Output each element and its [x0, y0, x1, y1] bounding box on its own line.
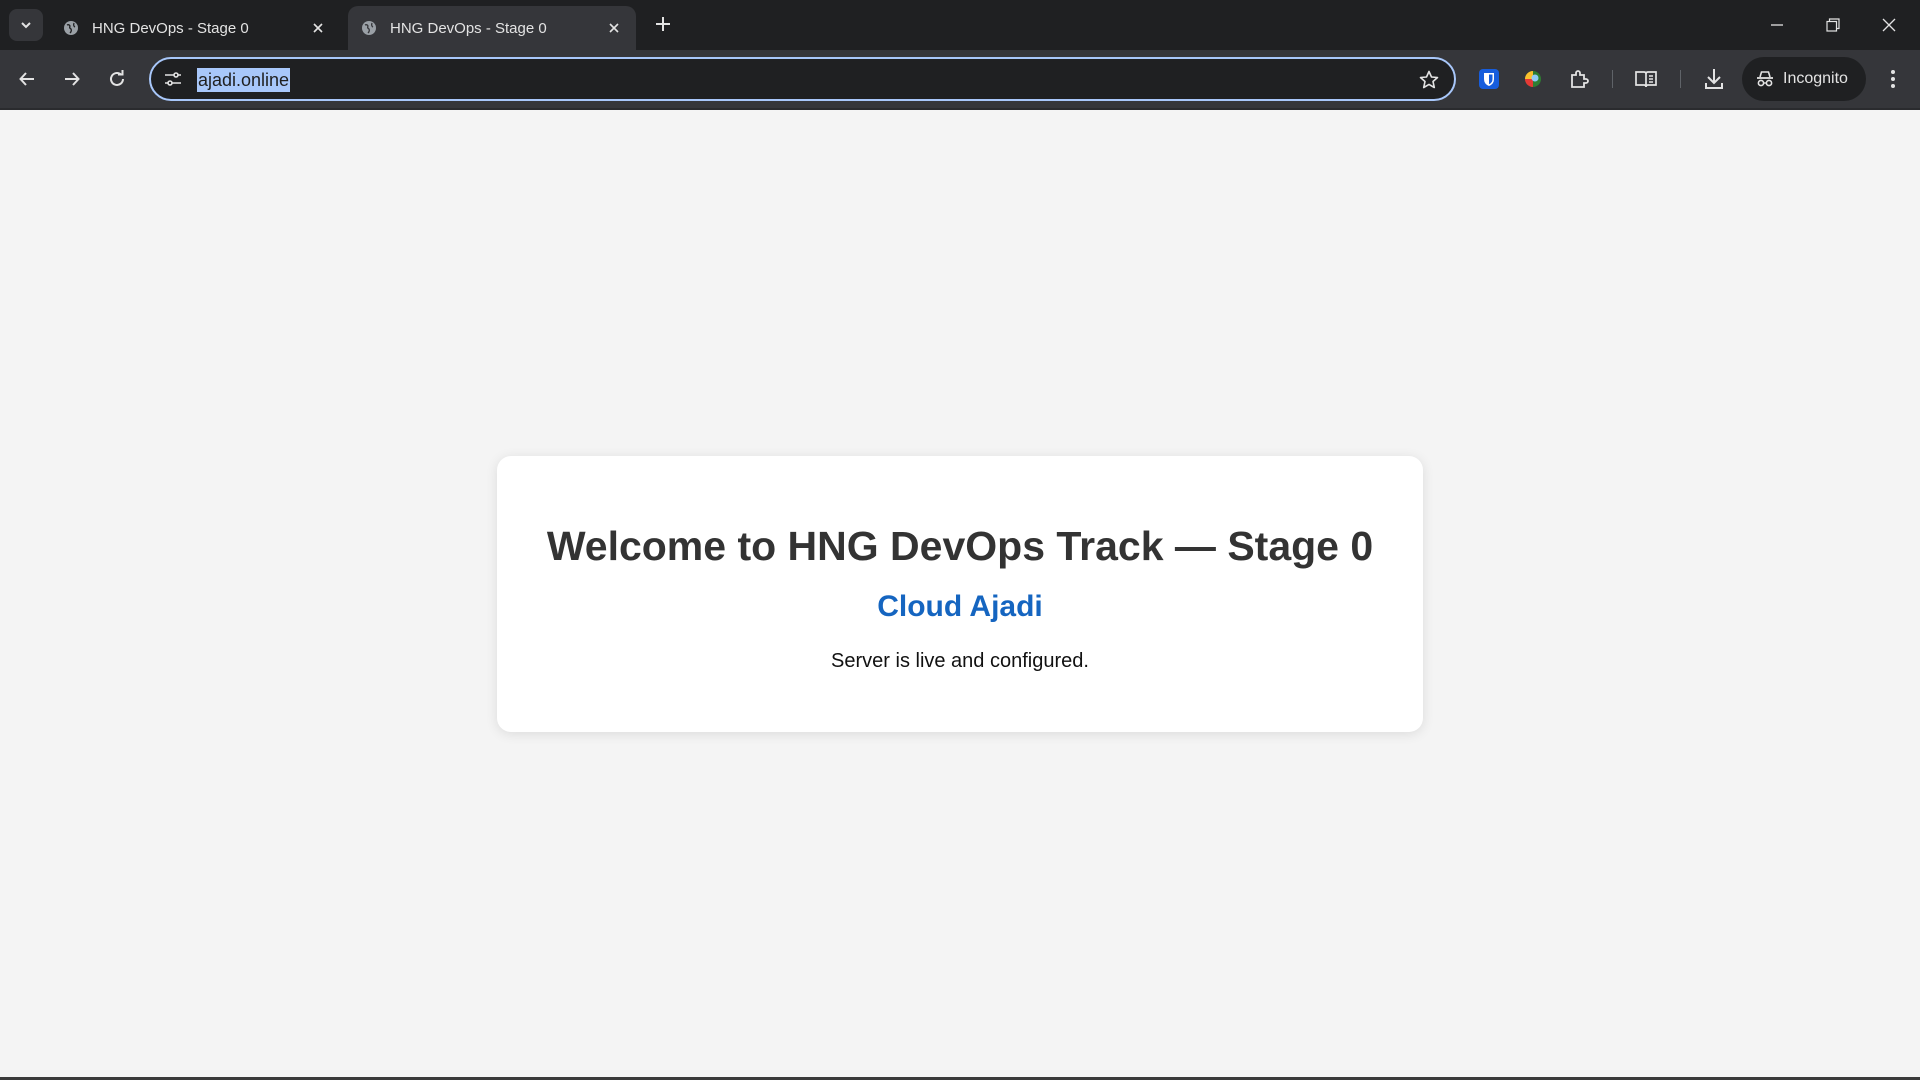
close-window-button[interactable]: [1861, 0, 1917, 50]
book-icon: [1635, 71, 1657, 88]
restore-icon: [1826, 18, 1840, 32]
incognito-chip[interactable]: Incognito: [1742, 57, 1866, 101]
url-text[interactable]: ajadi.online: [197, 68, 291, 92]
star-icon[interactable]: [1418, 69, 1440, 91]
back-button[interactable]: [11, 63, 43, 95]
minimize-icon: [1771, 24, 1783, 26]
colorful-extension-icon: [1525, 71, 1541, 87]
arrow-right-icon: [65, 72, 80, 86]
globe-icon: [360, 19, 378, 37]
forward-button[interactable]: [56, 63, 88, 95]
menu-button[interactable]: [1877, 63, 1909, 95]
close-icon: [1882, 18, 1896, 32]
reading-mode-button[interactable]: [1630, 63, 1662, 95]
downloads-button[interactable]: [1698, 63, 1730, 95]
toolbar-divider: [1680, 70, 1681, 88]
extensions-button[interactable]: [1563, 63, 1595, 95]
tab-title: HNG DevOps - Stage 0: [390, 19, 547, 37]
restore-button[interactable]: [1805, 0, 1861, 50]
welcome-card: Welcome to HNG DevOps Track — Stage 0 Cl…: [497, 456, 1423, 732]
reload-button[interactable]: [101, 63, 133, 95]
profile-label: Incognito: [1783, 70, 1848, 87]
chevron-down-icon: [21, 22, 31, 29]
toolbar-divider: [1612, 70, 1613, 88]
page-subtitle: Cloud Ajadi: [877, 590, 1043, 623]
download-icon: [1705, 69, 1723, 89]
chrome-divider: [0, 108, 1920, 110]
bitwarden-shield-icon: [1479, 69, 1499, 89]
tab-active[interactable]: HNG DevOps - Stage 0: [348, 6, 636, 50]
colorful-extension[interactable]: [1517, 63, 1549, 95]
arrow-left-icon: [19, 72, 34, 86]
close-icon[interactable]: [602, 16, 626, 40]
address-bar[interactable]: ajadi.online: [149, 57, 1456, 101]
tab-search-button[interactable]: [9, 9, 43, 41]
reload-icon: [110, 70, 124, 86]
minimize-button[interactable]: [1749, 0, 1805, 50]
bitwarden-extension[interactable]: [1473, 63, 1505, 95]
puzzle-icon: [1571, 70, 1589, 88]
globe-icon: [62, 19, 80, 37]
kebab-menu-icon: [1891, 70, 1895, 88]
incognito-icon: [1757, 71, 1773, 87]
tab-inactive[interactable]: HNG DevOps - Stage 0: [50, 6, 340, 50]
tune-icon[interactable]: [163, 69, 183, 89]
plus-icon: [656, 17, 670, 31]
close-icon[interactable]: [306, 16, 330, 40]
tab-title: HNG DevOps - Stage 0: [92, 19, 249, 37]
status-text: Server is live and configured.: [831, 650, 1089, 672]
page-title: Welcome to HNG DevOps Track — Stage 0: [546, 523, 1374, 569]
tab-strip: HNG DevOps - Stage 0 HNG DevOps - Stage …: [0, 0, 1920, 50]
new-tab-button[interactable]: [651, 12, 675, 36]
